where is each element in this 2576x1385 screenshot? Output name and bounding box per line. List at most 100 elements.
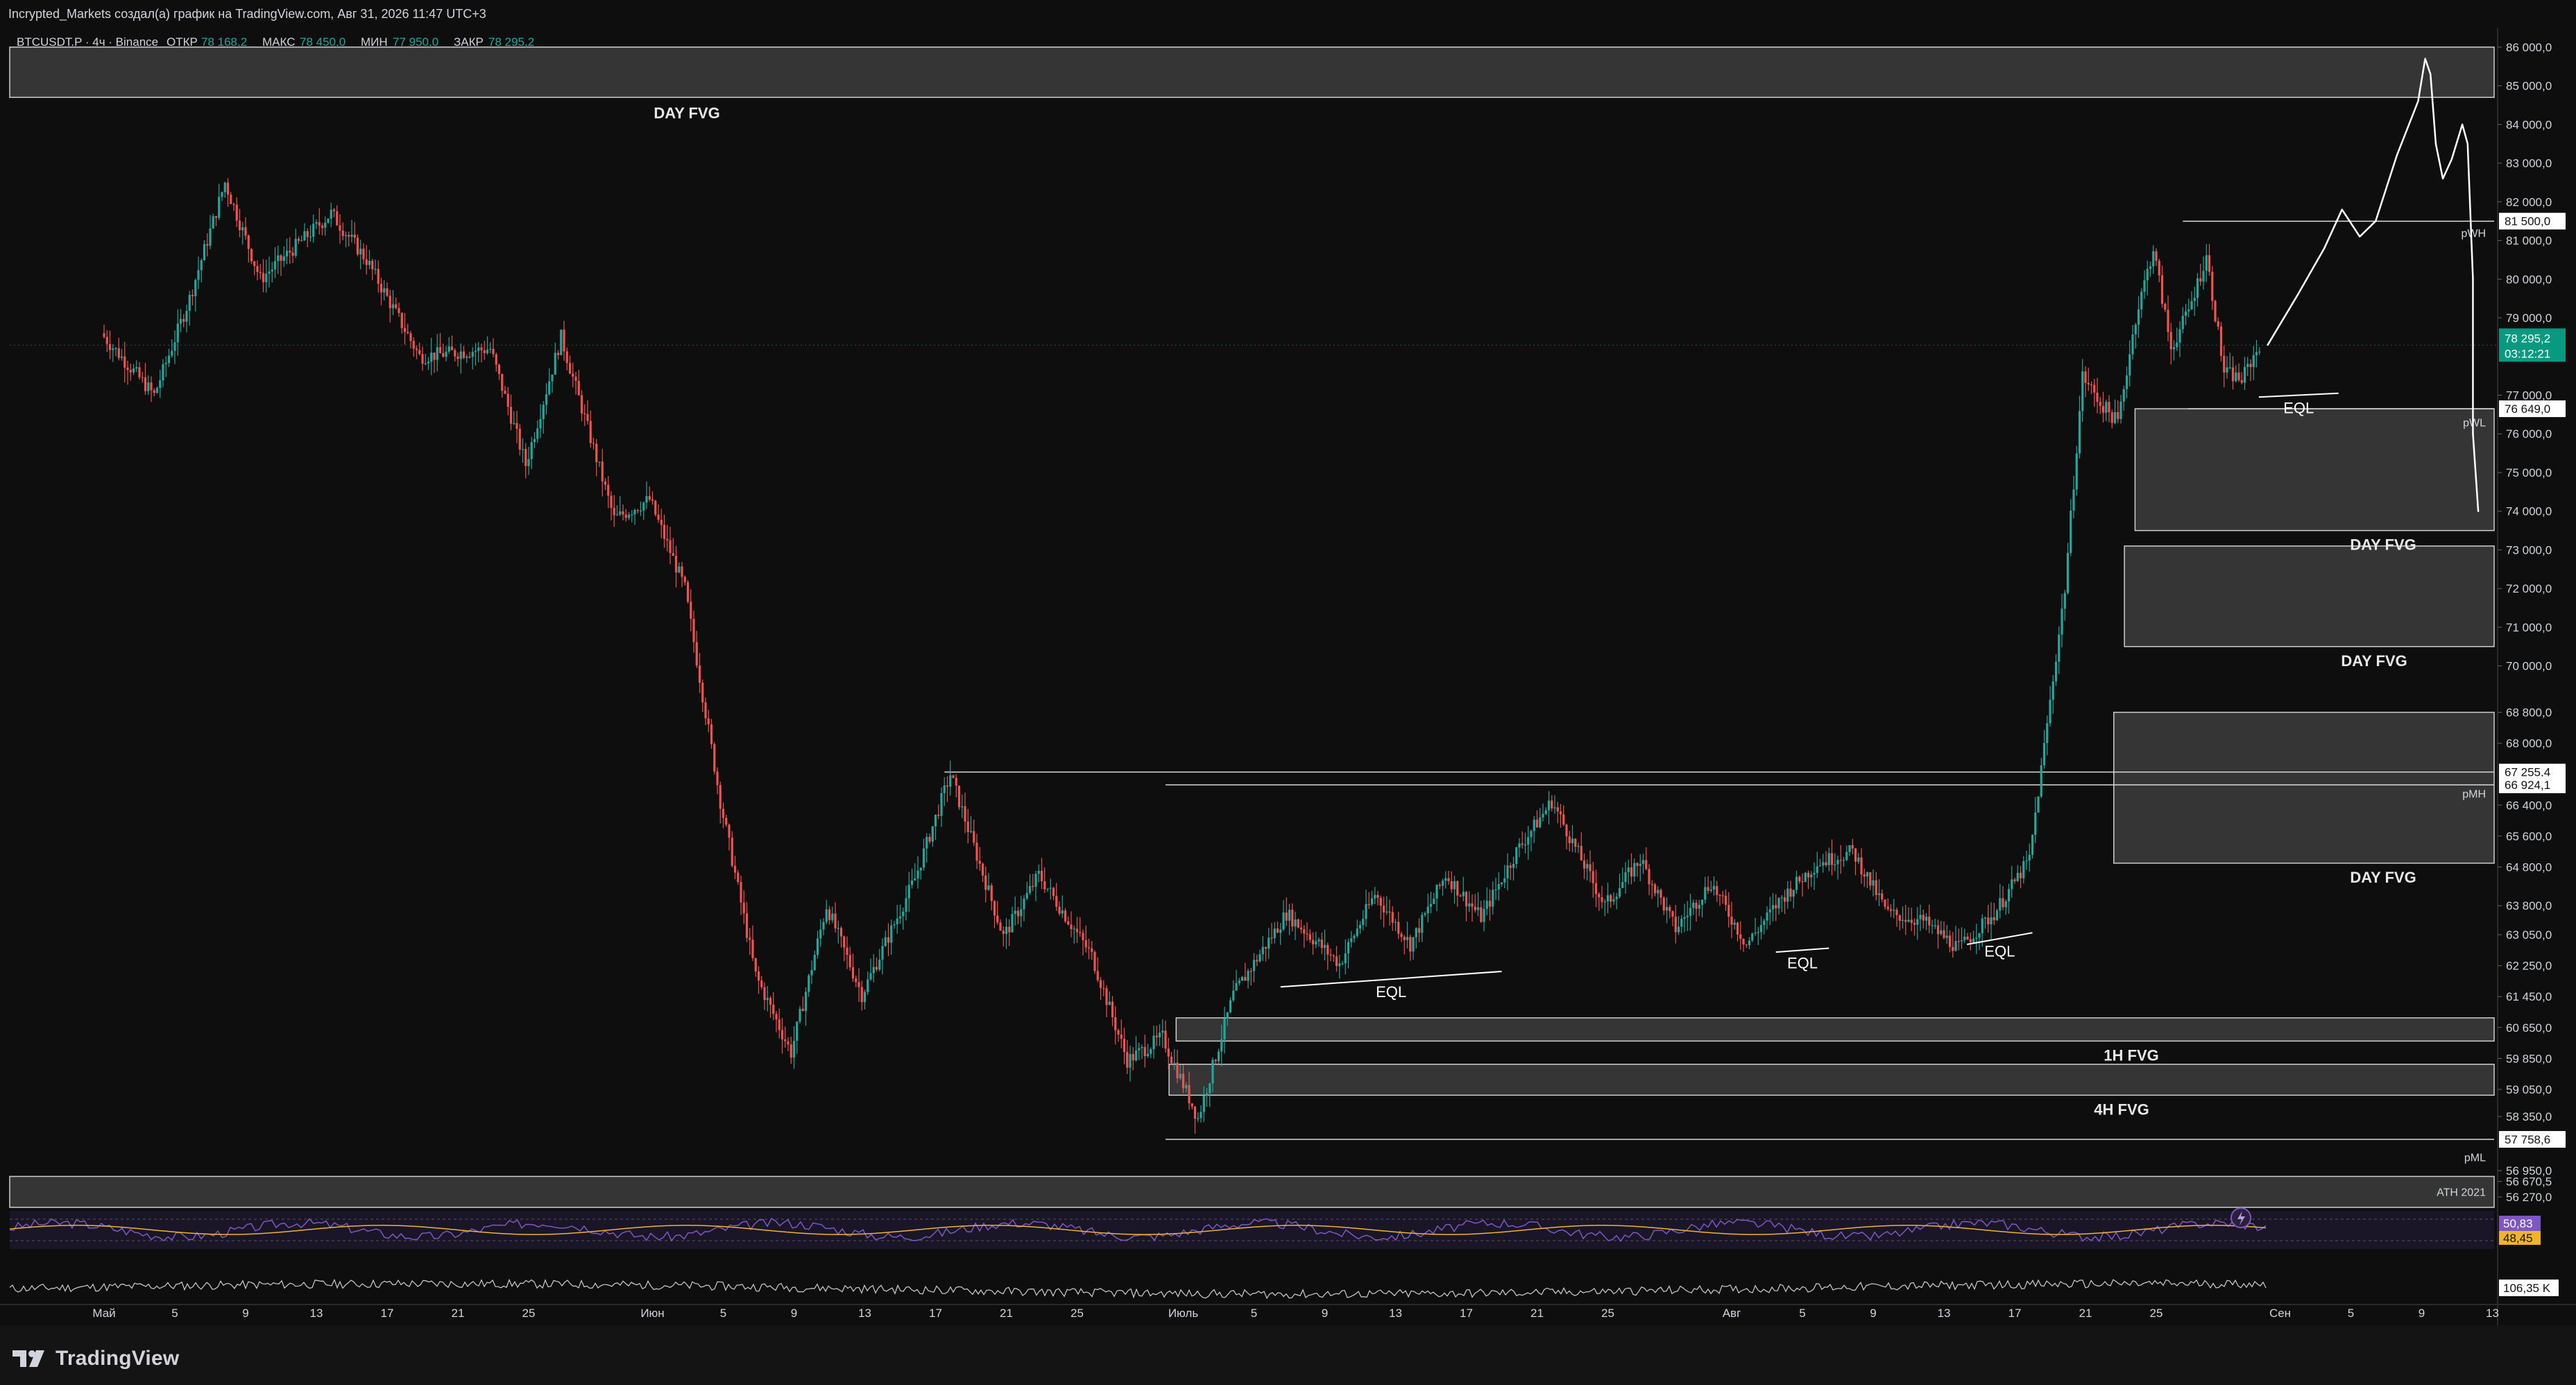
candle-body — [2117, 411, 2119, 419]
candle-body — [1315, 941, 1317, 944]
candle-body — [144, 377, 147, 391]
time-tick-label: 21 — [452, 1307, 465, 1320]
candle-body — [1016, 910, 1020, 917]
candle-body — [1766, 912, 1768, 921]
candle-body — [737, 872, 740, 883]
candle-body — [1335, 956, 1338, 967]
candle-body — [2119, 401, 2122, 419]
candle-body — [981, 863, 984, 876]
candle-body — [1500, 882, 1503, 884]
candle-body — [934, 815, 937, 826]
candle-body — [855, 978, 858, 983]
candle-body — [1928, 917, 1931, 926]
time-tick-label: 9 — [791, 1307, 797, 1320]
candle-body — [2022, 861, 2025, 878]
candle-body — [1895, 910, 1898, 916]
candle-body — [2137, 309, 2140, 325]
candle-body — [1129, 1053, 1132, 1068]
candle-body — [1822, 862, 1825, 866]
candle-body — [162, 364, 164, 381]
candle-body — [813, 955, 816, 971]
candle-body — [642, 502, 645, 511]
candle-body — [1718, 894, 1721, 897]
candle-body — [698, 665, 701, 683]
candle-body — [2019, 872, 2022, 878]
candle-body — [1238, 980, 1240, 983]
candle-body — [1400, 933, 1403, 937]
candle-body — [1332, 955, 1335, 957]
candle-body — [1877, 893, 1881, 895]
candle-body — [2178, 329, 2181, 343]
candle-body — [1665, 907, 1669, 911]
candle-body — [586, 414, 589, 421]
candle-body — [1205, 1093, 1209, 1096]
price-tick-label: 76 000,0 — [2506, 427, 2552, 441]
eql-1-label: EQL — [1376, 983, 1406, 1001]
candle-body — [1362, 919, 1365, 926]
candle-body — [1055, 896, 1058, 907]
candle-body — [1503, 878, 1506, 883]
price-tick-label: 79 000,0 — [2506, 312, 2552, 325]
candle-body — [1023, 898, 1025, 910]
candle-body — [1297, 919, 1299, 928]
candle-body — [2081, 371, 2084, 411]
tradingview-logo[interactable]: TradingView — [12, 1345, 179, 1373]
candle-body — [769, 998, 772, 1005]
candle-body — [285, 250, 289, 257]
candle-body — [1158, 1033, 1161, 1037]
candle-body — [1202, 1096, 1205, 1112]
candle-body — [2040, 765, 2042, 797]
candle-body — [1612, 899, 1615, 902]
price-tick-label: 64 800,0 — [2506, 861, 2552, 874]
candle-body — [1350, 938, 1353, 942]
candle-body — [645, 495, 648, 503]
candle-body — [831, 913, 834, 921]
candle-body — [2072, 489, 2075, 511]
candle-body — [1889, 909, 1893, 911]
candle-body — [1671, 911, 1674, 917]
chart-area[interactable]: DAY FVG DAY FVG DAY FVG DAY FVG 1H FVG 4H FVG… — [0, 28, 2576, 1325]
price-tick-label: 59 050,0 — [2506, 1083, 2552, 1096]
time-tick-label: 17 — [2008, 1307, 2022, 1320]
candle-body — [1768, 909, 1771, 913]
candle-body — [533, 439, 536, 443]
candle-body — [2084, 371, 2087, 383]
candle-body — [1259, 954, 1261, 962]
candle-body — [1429, 903, 1433, 907]
candle-body — [126, 367, 129, 371]
candle-body — [1816, 866, 1818, 874]
candle-body — [1008, 926, 1011, 933]
candle-body — [2013, 879, 2016, 881]
candle-body — [1270, 937, 1273, 939]
candle-body — [1698, 905, 1700, 909]
candle-body — [1303, 929, 1306, 934]
candle-body — [858, 982, 860, 987]
candle-body — [1884, 899, 1886, 907]
price-tick-label: 59 850,0 — [2506, 1052, 2552, 1065]
candle-body — [1146, 1053, 1150, 1056]
candle-body — [1748, 940, 1751, 946]
price-tick-label: 60 650,0 — [2506, 1021, 2552, 1035]
candle-body — [212, 216, 214, 229]
candle-body — [2235, 372, 2237, 382]
candle-body — [878, 959, 881, 970]
candle-body — [943, 785, 946, 793]
candle-body — [1913, 923, 1916, 925]
candle-body — [2211, 271, 2214, 301]
candle-body — [548, 381, 551, 395]
candle-body — [291, 253, 294, 256]
candle-body — [898, 916, 902, 919]
candle-body — [2105, 402, 2108, 413]
price-chart-svg[interactable]: DAY FVG DAY FVG DAY FVG DAY FVG 1H FVG 4H FVG… — [0, 28, 2576, 1325]
candle-body — [610, 495, 613, 508]
candle-body — [1138, 1048, 1141, 1051]
candle-body — [259, 271, 262, 273]
candle-body — [733, 865, 737, 873]
candle-body — [604, 481, 607, 485]
candle-body — [521, 449, 524, 450]
candle-body — [1459, 895, 1462, 897]
candle-body — [1804, 872, 1807, 883]
candle-body — [1854, 848, 1857, 862]
candle-body — [179, 318, 182, 324]
candle-body — [1173, 1062, 1176, 1064]
